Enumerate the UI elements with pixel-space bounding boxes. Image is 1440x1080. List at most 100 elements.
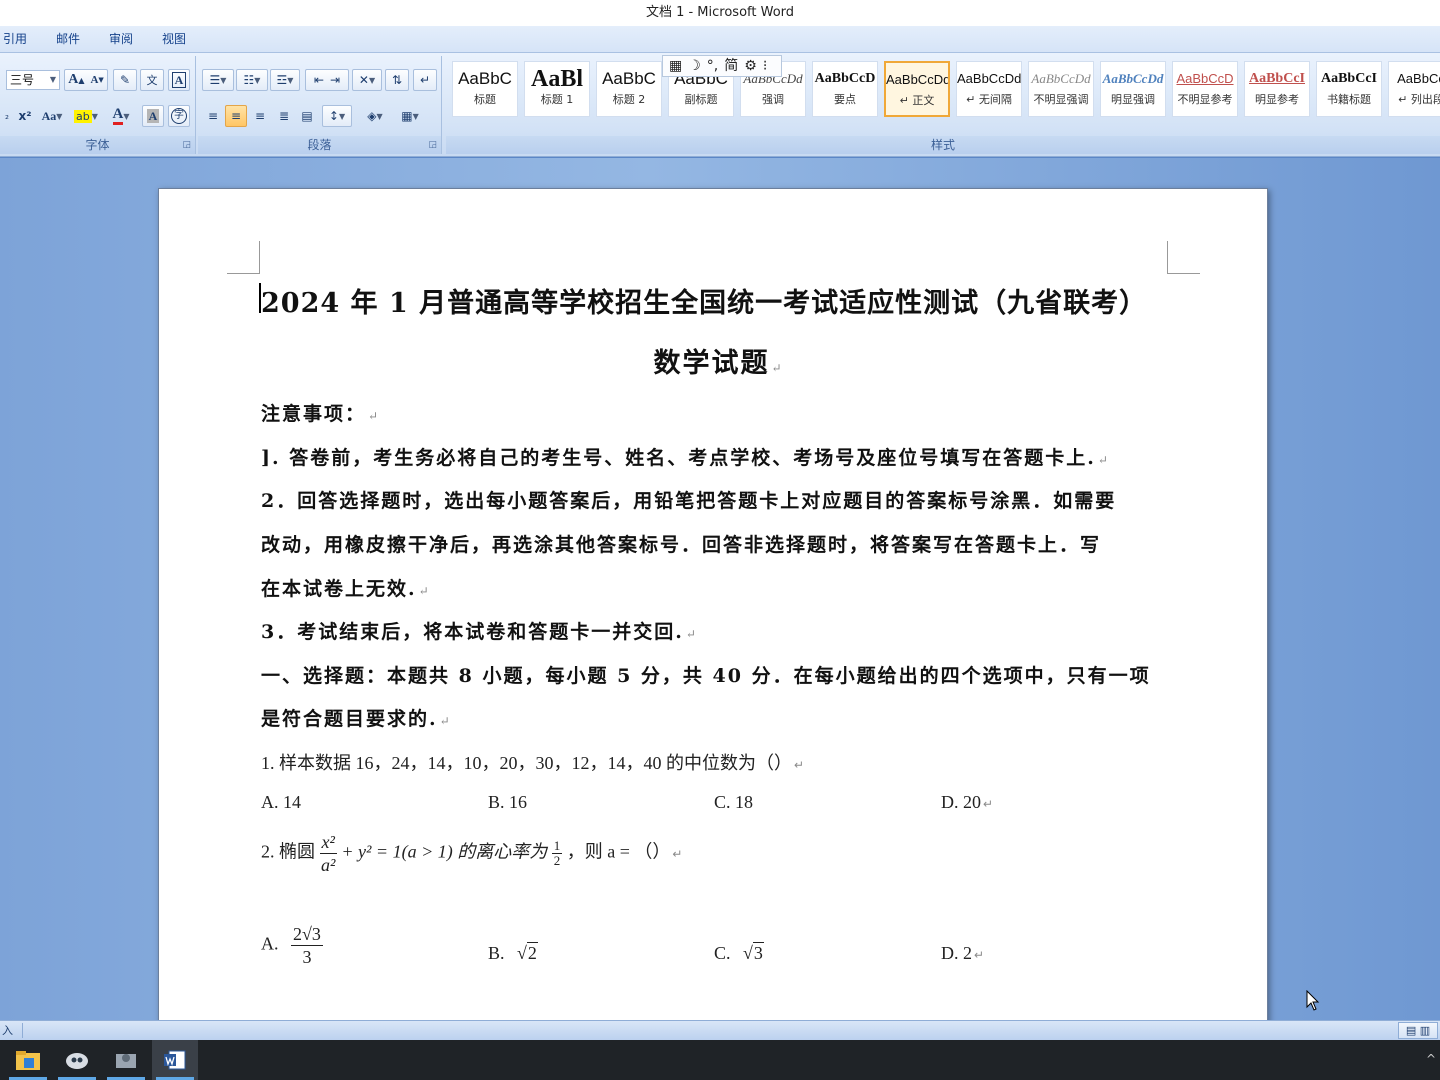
dropdown-arrow-icon: ▼: [123, 111, 130, 121]
input-mode-indicator[interactable]: 入: [2, 1021, 13, 1040]
style-item[interactable]: AaBbCcD 要点: [812, 61, 878, 117]
q2-option-c-value: 3: [752, 942, 764, 963]
asian-layout-button[interactable]: ✕ ▼: [352, 69, 382, 91]
taskbar-file-explorer[interactable]: [5, 1040, 51, 1080]
subscript-icon: ₂: [4, 110, 9, 122]
align-left-button[interactable]: ≡: [202, 105, 224, 127]
style-name: 明显参考: [1255, 93, 1299, 106]
style-item[interactable]: AaBbC 标题 2: [596, 61, 662, 117]
style-sample: AaBbCcI: [1320, 71, 1377, 86]
style-item[interactable]: AaBbCcDd 不明显强调: [1028, 61, 1094, 117]
change-case-button[interactable]: Aa ▼: [37, 105, 67, 127]
dropdown-arrow-icon: ▼: [368, 75, 376, 85]
multilevel-list-icon: ☲: [276, 73, 288, 87]
moon-icon[interactable]: ☽: [688, 56, 701, 76]
style-item[interactable]: AaBbCcDd ↵ 正文: [884, 61, 950, 117]
borders-button[interactable]: ▦ ▼: [394, 105, 426, 127]
app-icon: [66, 1053, 88, 1069]
taskbar-app-2[interactable]: [54, 1040, 100, 1080]
simplified-chinese-button[interactable]: 简: [724, 56, 738, 76]
numbering-button[interactable]: ☷ ▼: [236, 69, 268, 91]
superscript-button[interactable]: x²: [15, 105, 35, 127]
char-shading-label: A: [146, 109, 160, 123]
font-size-select[interactable]: 三号 ▼: [6, 70, 60, 90]
show-marks-button[interactable]: ↵: [413, 69, 437, 91]
font-size-buttons: A ▲ A ▼: [64, 69, 108, 91]
paragraph-dialog-launcher-icon[interactable]: ◲: [428, 139, 437, 151]
distributed-button[interactable]: ▤: [296, 105, 318, 127]
crop-mark-top-right: [1167, 241, 1200, 274]
q2-option-c: C. √3: [714, 942, 764, 964]
clear-format-button[interactable]: ✎: [113, 69, 137, 91]
paragraph-mark: ↵: [439, 714, 452, 728]
style-sample: AaBbCcD: [1176, 71, 1234, 86]
justify-button[interactable]: ≣: [273, 105, 295, 127]
tray-chevron-icon[interactable]: ^: [1426, 1052, 1436, 1066]
q2-option-a-label: A.: [261, 933, 279, 954]
view-buttons[interactable]: ▤ ▥: [1398, 1022, 1438, 1039]
font-group-label: 字体: [0, 136, 195, 154]
style-name: 书籍标题: [1327, 93, 1371, 106]
subscript-button[interactable]: ₂: [0, 105, 14, 127]
style-item[interactable]: AaBbC 标题: [452, 61, 518, 117]
style-item[interactable]: AaBbCcDd 明显强调: [1100, 61, 1166, 117]
bullets-button[interactable]: ☰ ▼: [202, 69, 234, 91]
document-page[interactable]: 2024 年 1 月普通高等学校招生全国统一考试适应性测试（九省联考） 数学试题…: [158, 188, 1268, 1020]
align-center-icon: ≡: [230, 109, 242, 123]
style-item[interactable]: AaBbCcDd ↵ 无间隔: [956, 61, 1022, 117]
dropdown-arrow-icon: ▼: [412, 111, 419, 121]
tab-review[interactable]: 审阅: [109, 26, 133, 53]
question-1: 1. 样本数据 16，24，14，10，20，30，12，14，40 的中位数为…: [261, 749, 804, 775]
style-item[interactable]: AaBbCcD 不明显参考: [1172, 61, 1238, 117]
decrease-indent-icon[interactable]: ⇤: [314, 73, 324, 87]
q2-option-b-value: 2: [526, 942, 538, 963]
style-item[interactable]: AaBbCc ↵ 列出段: [1388, 61, 1440, 117]
style-item[interactable]: AaBbCcI 书籍标题: [1316, 61, 1382, 117]
ribbon-tabs: 引用 邮件 审阅 视图: [0, 26, 1440, 53]
asian-layout-icon: ✕: [358, 73, 369, 87]
font-color-button[interactable]: A ▼: [105, 105, 137, 127]
shrink-font-button[interactable]: A: [90, 74, 98, 86]
q2-option-d-text: D. 2: [941, 943, 972, 963]
tab-view[interactable]: 视图: [162, 26, 186, 53]
question-1-text: 1. 样本数据 16，24，14，10，20，30，12，14，40 的中位数为…: [261, 753, 792, 773]
align-center-button[interactable]: ≡: [225, 105, 247, 127]
enclose-char-button[interactable]: 字: [168, 105, 190, 127]
phonetic-guide-button[interactable]: 文: [140, 69, 164, 91]
question-2: 2. 椭圆 x² a² + y² = 1(a > 1) 的离心率为 12 ，则 a…: [261, 831, 682, 876]
style-name: 不明显强调: [1033, 93, 1089, 106]
table-icon[interactable]: ▦: [669, 56, 682, 76]
highlight-button[interactable]: ab ▼: [70, 105, 102, 127]
degree-icon[interactable]: °,: [707, 56, 718, 76]
style-item[interactable]: AaBbCcI 明显参考: [1244, 61, 1310, 117]
sort-button[interactable]: ⇅: [385, 69, 409, 91]
style-name: 标题 1: [540, 93, 574, 106]
exam-subtitle-text: 数学试题: [653, 348, 770, 379]
char-border-button[interactable]: A: [168, 69, 190, 91]
line-spacing-button[interactable]: ↕ ▼: [322, 105, 352, 127]
shading-button[interactable]: ◈ ▼: [358, 105, 392, 127]
superscript-icon: x²: [18, 109, 32, 123]
status-bar: 入 ▤ ▥: [0, 1020, 1440, 1040]
font-dialog-launcher-icon[interactable]: ◲: [182, 139, 191, 151]
q2-half-fraction: 12: [551, 839, 563, 868]
taskbar-app-3[interactable]: [103, 1040, 149, 1080]
paragraph-mark: ↵: [685, 627, 698, 641]
align-right-button[interactable]: ≡: [249, 105, 271, 127]
char-shading-button[interactable]: A: [142, 105, 164, 127]
multilevel-list-button[interactable]: ☲ ▼: [270, 69, 300, 91]
q2-option-a-num: 2√3: [291, 924, 323, 946]
increase-indent-icon[interactable]: ⇥: [330, 73, 340, 87]
style-name: 标题 2: [612, 93, 646, 106]
more-icon[interactable]: ⁝: [763, 56, 767, 76]
style-item[interactable]: AaBl 标题 1: [524, 61, 590, 117]
notice-item-3-text: 3．考试结束后，将本试卷和答题卡一并交回.: [261, 621, 684, 643]
tab-mailings[interactable]: 邮件: [56, 26, 80, 53]
q1-option-d-text: D. 20: [941, 792, 981, 812]
taskbar-word[interactable]: [152, 1040, 198, 1080]
gear-icon[interactable]: ⚙: [744, 56, 757, 76]
q1-option-b: B. 16: [488, 792, 528, 812]
grow-font-button[interactable]: A: [68, 72, 78, 88]
section-1-line-2-text: 是符合题目要求的.: [261, 708, 438, 730]
tab-references[interactable]: 引用: [3, 26, 27, 53]
